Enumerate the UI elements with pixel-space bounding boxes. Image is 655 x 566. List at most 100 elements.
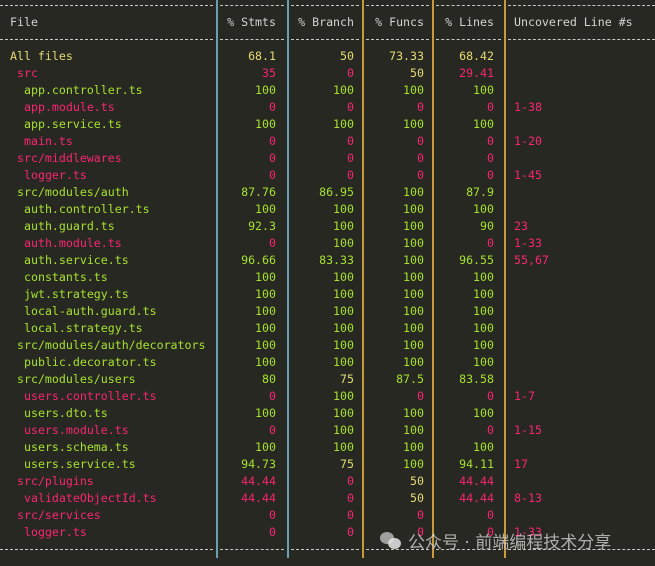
branch-value: 100 <box>333 236 354 250</box>
column-divider <box>504 235 506 252</box>
column-divider <box>287 133 289 150</box>
file-name: logger.ts <box>24 168 87 182</box>
column-divider <box>504 14 506 31</box>
column-divider <box>287 286 289 303</box>
column-divider <box>432 320 434 337</box>
file-name: auth.service.ts <box>24 253 129 267</box>
column-divider <box>432 31 434 48</box>
file-name: auth.guard.ts <box>24 219 115 233</box>
file-name: logger.ts <box>24 525 87 539</box>
file-name: app.service.ts <box>24 117 122 131</box>
column-divider <box>432 65 434 82</box>
header-funcs: % Funcs <box>375 15 424 29</box>
column-divider <box>504 354 506 371</box>
branch-value: 100 <box>333 406 354 420</box>
table-row: constants.ts 100 100 100 100 <box>0 269 655 286</box>
column-divider <box>362 286 364 303</box>
column-divider <box>287 422 289 439</box>
column-divider <box>432 14 434 31</box>
table-row: users.module.ts 0 100 100 0 1-15 <box>0 422 655 439</box>
table-row: local-auth.guard.ts 100 100 100 100 <box>0 303 655 320</box>
file-name: users.module.ts <box>24 423 129 437</box>
funcs-value: 50 <box>410 491 424 505</box>
lines-value: 0 <box>487 100 494 114</box>
stmts-value: 100 <box>255 202 276 216</box>
stmts-value: 100 <box>255 440 276 454</box>
funcs-value: 100 <box>403 287 424 301</box>
column-divider <box>362 337 364 354</box>
stmts-value: 100 <box>255 321 276 335</box>
dashed-rule <box>508 5 655 6</box>
funcs-value: 100 <box>403 270 424 284</box>
column-divider <box>287 371 289 388</box>
column-divider <box>432 167 434 184</box>
column-divider <box>216 456 218 473</box>
branch-value: 100 <box>333 338 354 352</box>
column-divider <box>216 201 218 218</box>
file-name: local.strategy.ts <box>24 321 143 335</box>
stmts-value: 80 <box>262 372 276 386</box>
table-row: users.schema.ts 100 100 100 100 <box>0 439 655 456</box>
dashed-rule <box>0 39 213 40</box>
funcs-value: 100 <box>403 185 424 199</box>
column-divider <box>504 337 506 354</box>
stmts-value: 0 <box>269 423 276 437</box>
file-name: local-auth.guard.ts <box>24 304 157 318</box>
column-divider <box>432 201 434 218</box>
stmts-value: 0 <box>269 525 276 539</box>
stmts-value: 0 <box>269 168 276 182</box>
file-name: users.schema.ts <box>24 440 129 454</box>
column-divider <box>216 82 218 99</box>
separator-line <box>0 0 655 14</box>
column-divider <box>216 48 218 65</box>
funcs-value: 0 <box>417 100 424 114</box>
watermark-text: 公众号 · 前端编程技术分享 <box>408 533 612 553</box>
stmts-value: 100 <box>255 287 276 301</box>
stmts-value: 0 <box>269 236 276 250</box>
column-divider <box>216 371 218 388</box>
lines-value: 100 <box>473 287 494 301</box>
column-divider <box>287 0 289 14</box>
lines-value: 83.58 <box>459 372 494 386</box>
column-divider <box>504 490 506 507</box>
uncovered-lines: 17 <box>514 457 528 471</box>
branch-value: 0 <box>347 100 354 114</box>
column-divider <box>432 456 434 473</box>
branch-value: 100 <box>333 202 354 216</box>
file-name: auth.controller.ts <box>24 202 150 216</box>
lines-value: 44.44 <box>459 491 494 505</box>
lines-value: 96.55 <box>459 253 494 267</box>
column-divider <box>432 150 434 167</box>
column-divider <box>432 133 434 150</box>
column-divider <box>287 269 289 286</box>
stmts-value: 35 <box>262 66 276 80</box>
column-divider <box>362 473 364 490</box>
column-divider <box>216 405 218 422</box>
column-divider <box>216 422 218 439</box>
column-divider <box>287 320 289 337</box>
branch-value: 50 <box>340 49 354 63</box>
stmts-value: 100 <box>255 270 276 284</box>
column-divider <box>362 388 364 405</box>
dashed-rule <box>508 39 655 40</box>
branch-value: 0 <box>347 474 354 488</box>
lines-value: 100 <box>473 83 494 97</box>
column-divider <box>504 48 506 65</box>
table-row: auth.controller.ts 100 100 100 100 <box>0 201 655 218</box>
lines-value: 0 <box>487 236 494 250</box>
column-divider <box>362 116 364 133</box>
file-name: app.controller.ts <box>24 83 143 97</box>
lines-value: 0 <box>487 423 494 437</box>
lines-value: 100 <box>473 440 494 454</box>
column-divider <box>504 303 506 320</box>
column-divider <box>362 456 364 473</box>
column-divider <box>287 456 289 473</box>
funcs-value: 100 <box>403 304 424 318</box>
branch-value: 100 <box>333 355 354 369</box>
branch-value: 100 <box>333 304 354 318</box>
column-divider <box>216 320 218 337</box>
funcs-value: 0 <box>417 151 424 165</box>
column-divider <box>432 116 434 133</box>
column-divider <box>504 150 506 167</box>
branch-value: 100 <box>333 440 354 454</box>
